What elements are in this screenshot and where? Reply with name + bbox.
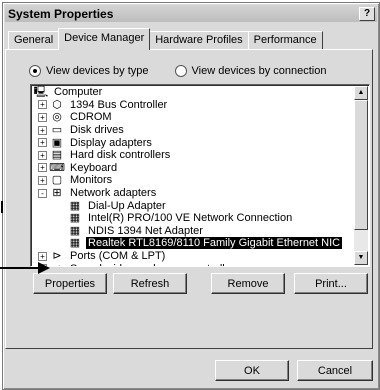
scroll-down-icon[interactable]: ▼ <box>354 251 368 265</box>
expand-icon[interactable]: + <box>38 112 47 122</box>
remove-button[interactable]: Remove <box>211 273 285 294</box>
view-by-connection-radio[interactable]: View devices by connection <box>174 65 327 77</box>
tree-item[interactable]: +♫Sound, video and game controllers <box>34 262 354 266</box>
tree-item[interactable]: 🖳 Computer <box>34 86 354 99</box>
network-card-icon: ▦ <box>69 237 81 250</box>
tree-item-label: Intel(R) PRO/100 VE Network Connection <box>88 212 293 225</box>
help-button[interactable]: ? <box>359 6 375 21</box>
tree-item-label: Ports (COM & LPT) <box>70 250 166 263</box>
display-icon: ▣ <box>51 136 63 149</box>
monitor-icon: ▢ <box>51 174 63 187</box>
tree-item-label: CDROM <box>70 111 112 124</box>
ok-button[interactable]: OK <box>215 360 289 381</box>
tree-item[interactable]: ▦ Dial-Up Adapter <box>34 199 354 212</box>
tree-scrollbar[interactable]: ▲ ▼ <box>354 86 368 265</box>
radio-unselected-icon <box>174 65 187 77</box>
tree-item[interactable]: + ▣ Display adapters <box>34 136 354 149</box>
network-card-icon: ▦ <box>69 199 81 212</box>
expand-icon[interactable]: + <box>38 175 47 185</box>
tree-item-label: Hard disk controllers <box>70 149 171 162</box>
tab-performance[interactable]: Performance <box>247 31 323 50</box>
print-button[interactable]: Print... <box>294 273 368 294</box>
hdd-controller-icon: ▤ <box>51 149 63 162</box>
properties-button[interactable]: Properties <box>33 273 107 294</box>
tree-item-label: Dial-Up Adapter <box>88 199 166 212</box>
network-card-icon: ▦ <box>69 224 81 237</box>
bus-icon: ⬡ <box>52 98 62 111</box>
network-card-icon: ▦ <box>69 212 81 225</box>
network-icon: ⊞ <box>52 187 62 200</box>
title-bar[interactable]: System Properties ? <box>5 5 377 22</box>
tree-item[interactable]: + ▢ Monitors <box>34 174 354 187</box>
view-by-type-label: View devices by type <box>46 65 149 77</box>
port-icon: ⊳ <box>52 250 62 263</box>
tab-device-manager[interactable]: Device Manager <box>58 28 151 50</box>
sound-icon: ♫ <box>50 263 64 266</box>
expand-icon[interactable]: + <box>38 251 47 261</box>
tab-strip: General Device Manager Hardware Profiles… <box>8 28 323 50</box>
tree-item[interactable]: + ◎ CDROM <box>34 111 354 124</box>
computer-icon: 🖳 <box>33 86 49 99</box>
tab-general[interactable]: General <box>8 31 60 50</box>
tree-item-label: Monitors <box>70 174 113 187</box>
tree-item-label: Realtek RTL8169/8110 Family Gigabit Ethe… <box>86 237 343 250</box>
cancel-button[interactable]: Cancel <box>297 360 373 381</box>
cdrom-icon: ◎ <box>52 111 62 124</box>
tree-item[interactable]: + ⌨ Keyboard <box>34 162 354 175</box>
tree-item[interactable]: + ⊳ Ports (COM & LPT) <box>34 250 354 263</box>
expand-icon[interactable]: + <box>38 100 47 110</box>
tree-item-label: Disk drives <box>70 124 124 137</box>
expand-icon[interactable]: + <box>38 138 47 148</box>
tree-item[interactable]: + ▤ Hard disk controllers <box>34 149 354 162</box>
expand-icon[interactable]: + <box>38 150 47 160</box>
expand-icon[interactable]: + <box>38 125 47 135</box>
tree-item-label: Computer <box>54 86 103 99</box>
disk-icon: ▭ <box>51 124 63 137</box>
tree-item-label: Sound, video and game controllers <box>68 263 242 266</box>
tab-hardware-profiles[interactable]: Hardware Profiles <box>149 31 249 50</box>
collapse-icon[interactable]: - <box>38 188 47 198</box>
tree-item[interactable]: + ▭ Disk drives <box>34 124 354 137</box>
tree-item[interactable]: + ⬡ 1394 Bus Controller <box>34 99 354 112</box>
tree-item-label: Network adapters <box>70 187 157 200</box>
tree-item-label: NDIS 1394 Net Adapter <box>88 224 203 237</box>
window-title: System Properties <box>8 6 114 21</box>
tree-item[interactable]: ▦ NDIS 1394 Net Adapter <box>34 225 354 238</box>
device-tree[interactable]: 🖳 Computer + ⬡ 1394 Bus Controller + ◎ CDROM + ▭ D… <box>30 84 370 267</box>
margin-mark <box>1 201 3 213</box>
tree-item-label: Keyboard <box>70 161 118 174</box>
view-mode-group: View devices by type View devices by con… <box>29 65 326 77</box>
view-by-connection-label: View devices by connection <box>191 65 327 77</box>
tree-item[interactable]: ▦ Intel(R) PRO/100 VE Network Connection <box>34 212 354 225</box>
refresh-button[interactable]: Refresh <box>113 273 187 294</box>
device-tree-list: 🖳 Computer + ⬡ 1394 Bus Controller + ◎ CDROM + ▭ D… <box>34 86 354 266</box>
radio-selected-icon <box>29 65 41 77</box>
pointer-arrow-icon <box>38 262 50 274</box>
scroll-thumb[interactable] <box>354 100 368 230</box>
tree-item[interactable]: - ⊞ Network adapters <box>34 187 354 200</box>
view-by-type-radio[interactable]: View devices by type <box>29 65 149 77</box>
pointer-arrow-shaft <box>0 267 40 269</box>
tree-item-label: Display adapters <box>70 136 152 149</box>
tree-item-label: 1394 Bus Controller <box>70 98 168 111</box>
tree-item[interactable]: ▦ Realtek RTL8169/8110 Family Gigabit Eth… <box>34 237 354 250</box>
expand-icon[interactable]: + <box>38 163 47 173</box>
keyboard-icon: ⌨ <box>49 161 65 174</box>
scroll-up-icon[interactable]: ▲ <box>354 86 368 100</box>
